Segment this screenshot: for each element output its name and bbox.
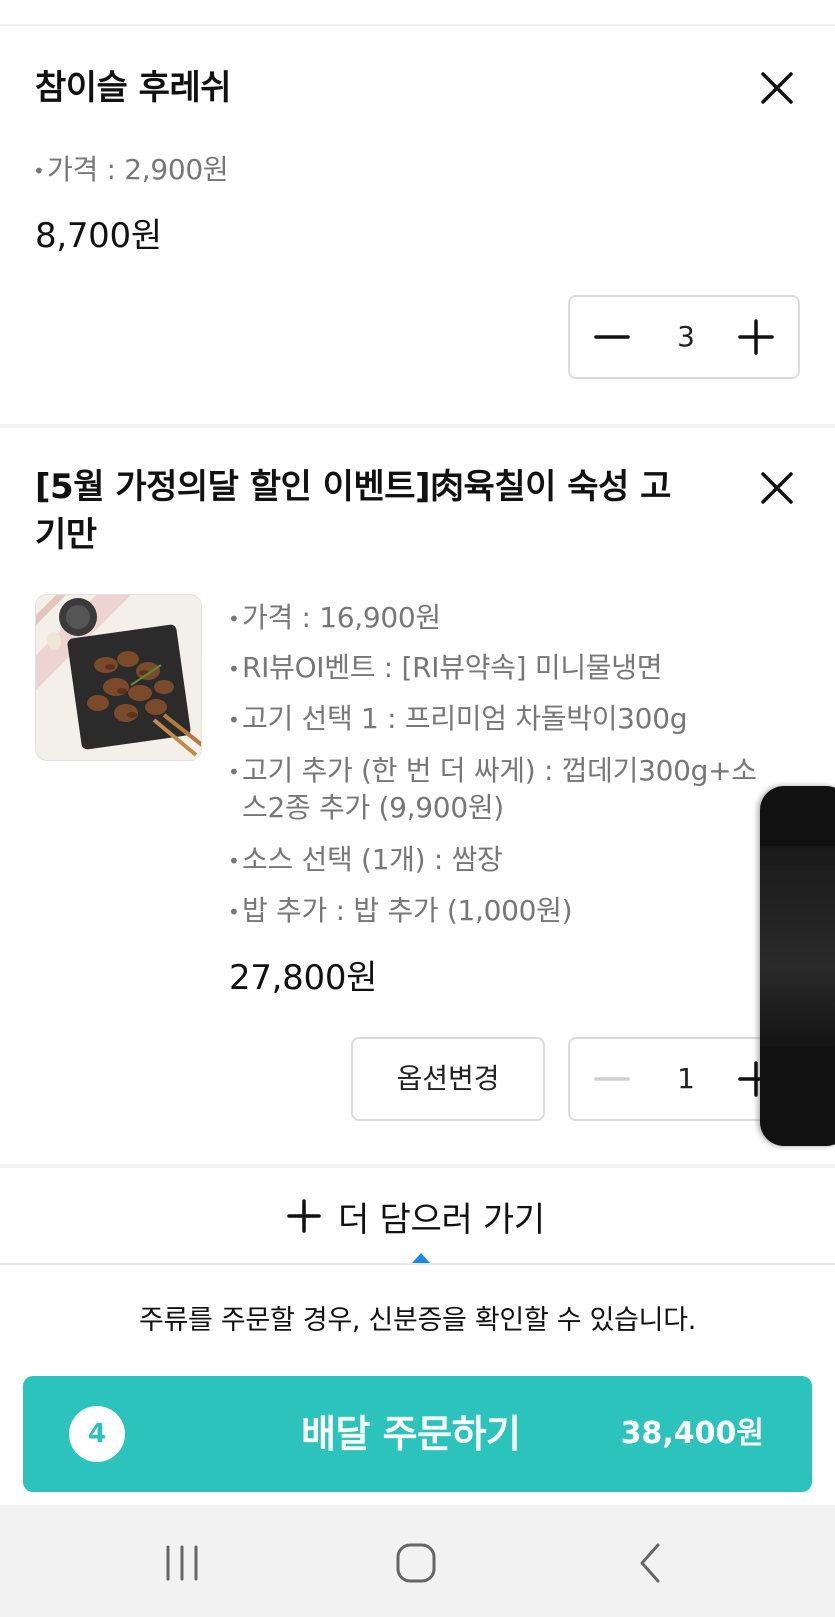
floating-edge-panel[interactable] xyxy=(760,786,835,1146)
recent-apps-button[interactable] xyxy=(154,1535,210,1591)
item-1-increase-button[interactable] xyxy=(732,313,780,361)
add-more-row[interactable]: 더 담으러 가기 xyxy=(0,1168,835,1264)
plus-icon xyxy=(287,1199,321,1233)
item-1-remove-button[interactable] xyxy=(755,66,799,110)
system-navigation-bar xyxy=(0,1505,835,1617)
item-2-option-meat-add-cont: 스2종 추가 (9,900원) xyxy=(242,791,504,824)
recent-apps-icon xyxy=(166,1545,198,1581)
alcohol-id-notice: 주류를 주문할 경우, 신분증을 확인할 수 있습니다. xyxy=(138,1305,697,1336)
close-icon xyxy=(761,472,793,504)
close-icon xyxy=(761,72,793,104)
item-2-remove-button[interactable] xyxy=(755,466,799,510)
item-1-title: 참이슬 후레쉬 xyxy=(35,68,232,108)
order-total-price: 38,400원 xyxy=(620,1416,764,1451)
item-1-quantity-stepper: 3 xyxy=(568,295,800,379)
item-2-option-review-event: •RI뷰OI벤트 : [RI뷰약속] 미니물냉면 xyxy=(228,651,663,684)
item-1-quantity: 3 xyxy=(677,320,695,353)
add-more-label: 더 담으러 가기 xyxy=(338,1199,545,1240)
back-icon xyxy=(640,1543,660,1583)
scroll-indicator-caret xyxy=(412,1253,430,1263)
bottom-divider xyxy=(0,1263,835,1265)
back-button[interactable] xyxy=(622,1535,678,1591)
product-image xyxy=(36,595,201,760)
item-2-option-meat-choice: •고기 선택 1 : 프리미엄 차돌박이300g xyxy=(228,702,688,735)
item-2-price: 27,800원 xyxy=(229,958,378,998)
minus-icon xyxy=(594,1077,630,1081)
order-button-label: 배달 주문하기 xyxy=(301,1412,521,1456)
item-1-price: 8,700원 xyxy=(35,216,162,256)
cart-count-badge: 4 xyxy=(69,1406,125,1462)
home-button[interactable] xyxy=(388,1535,444,1591)
item-2-quantity: 1 xyxy=(677,1062,695,1095)
item-2-option-meat-add: •고기 추가 (한 번 더 싸게) : 껍데기300g+소 xyxy=(228,754,757,787)
item-1-option: •가격 : 2,900원 xyxy=(33,153,229,186)
item-2-option-price: •가격 : 16,900원 xyxy=(228,601,441,634)
item-2-option-sauce: •소스 선택 (1개) : 쌈장 xyxy=(228,843,503,876)
edge-panel-sheen xyxy=(760,846,835,1046)
product-thumbnail[interactable] xyxy=(35,594,202,761)
option-change-button[interactable]: 옵션변경 xyxy=(351,1037,545,1121)
minus-icon xyxy=(594,335,630,339)
item-2-decrease-button[interactable] xyxy=(588,1055,636,1103)
item-2-title-line-1: [5월 가정의달 할인 이벤트]肉육칠이 숙성 고 xyxy=(35,467,671,507)
home-icon xyxy=(396,1543,436,1583)
item-1-decrease-button[interactable] xyxy=(588,313,636,361)
item-2-title-line-2: 기만 xyxy=(35,515,97,555)
item-2-option-rice: •밥 추가 : 밥 추가 (1,000원) xyxy=(228,894,573,927)
plus-icon xyxy=(738,319,774,355)
delivery-order-button[interactable]: 4 배달 주문하기 38,400원 xyxy=(23,1376,812,1492)
add-more-button[interactable]: 더 담으러 가기 xyxy=(284,1194,545,1240)
